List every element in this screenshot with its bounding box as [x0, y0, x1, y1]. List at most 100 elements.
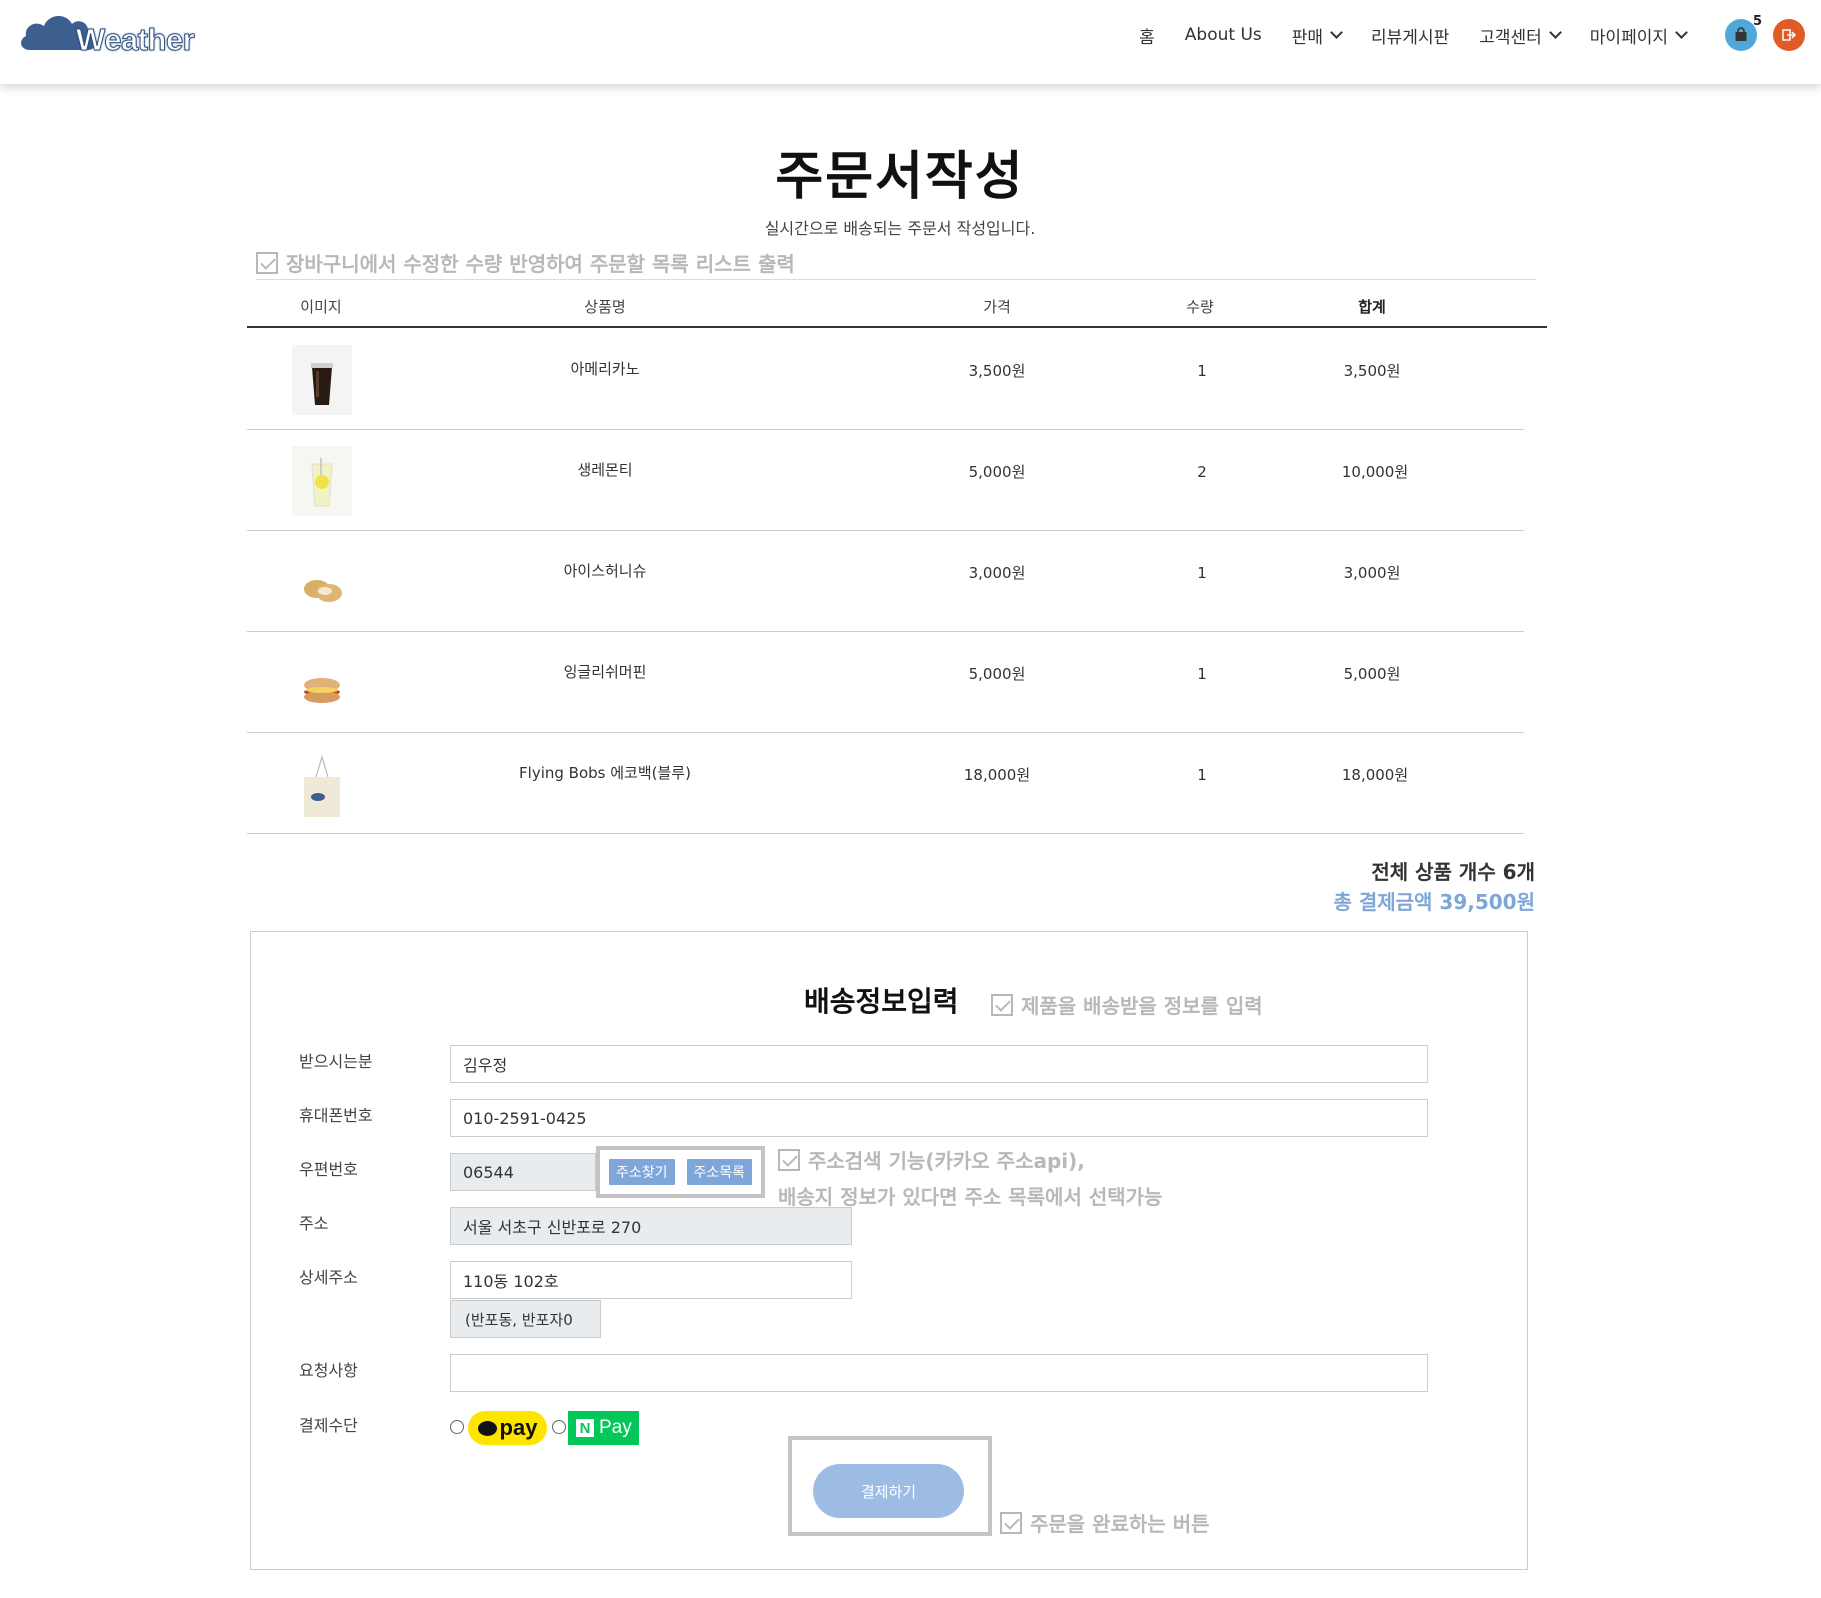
- recipient-input[interactable]: 김우정: [450, 1045, 1428, 1083]
- nav-reviews[interactable]: 리뷰게시판: [1356, 23, 1464, 48]
- request-input[interactable]: [450, 1354, 1428, 1392]
- honey-choux-image: [304, 580, 342, 602]
- product-subtotal: 5,000원: [1343, 665, 1401, 683]
- chevron-down-icon: [1675, 26, 1688, 39]
- nav-support[interactable]: 고객센터: [1464, 23, 1575, 48]
- detail-address-input[interactable]: 110동 102호: [450, 1261, 852, 1299]
- table-row: 아메리카노 3,500원 1 3,500원: [247, 329, 1524, 430]
- product-subtotal: 3,000원: [1343, 564, 1401, 582]
- order-table-header: 이미지 상품명 가격 수량 합계: [247, 286, 1547, 328]
- naverpay-label: Pay: [599, 1417, 632, 1438]
- kakaopay-label: pay: [499, 1415, 538, 1440]
- product-qty: 1: [1197, 564, 1207, 582]
- weather-logo[interactable]: Weather: [18, 6, 195, 58]
- kakaopay-radio[interactable]: [450, 1420, 464, 1434]
- annotation-shipping-text: 제품을 배송받을 정보를 입력: [1021, 994, 1263, 1018]
- annotation-list-note: 장바구니에서 수정한 수량 반영하여 주문할 목록 리스트 출력: [256, 248, 795, 277]
- product-name: 아이스허니슈: [563, 562, 647, 580]
- naver-n-icon: N: [576, 1419, 594, 1437]
- product-qty: 1: [1197, 362, 1207, 380]
- annotation-shipping-note: 제품을 배송받을 정보를 입력: [991, 990, 1263, 1019]
- col-image: 이미지: [300, 298, 342, 316]
- logo-text: Weather: [75, 22, 195, 58]
- nav-reviews-label: 리뷰게시판: [1371, 27, 1450, 48]
- product-price: 3,500원: [968, 362, 1026, 380]
- chevron-down-icon: [1548, 26, 1562, 39]
- find-address-button[interactable]: 주소찾기: [607, 1158, 676, 1186]
- page-title: 주문서작성: [775, 147, 1025, 207]
- phone-label: 휴대폰번호: [299, 1106, 373, 1125]
- speech-bubble-icon: [477, 1420, 497, 1436]
- payment-label: 결제수단: [299, 1416, 358, 1435]
- zip-label: 우편번호: [299, 1160, 358, 1179]
- nav-about-label: About Us: [1184, 25, 1262, 45]
- nav-about[interactable]: About Us: [1170, 25, 1277, 45]
- checkbox-icon: [991, 993, 1013, 1016]
- product-price: 5,000원: [968, 463, 1026, 481]
- nav-sales[interactable]: 판매: [1277, 23, 1356, 48]
- total-item-count: 전체 상품 개수 6개: [1371, 860, 1535, 884]
- lemon-tea-image: [292, 446, 352, 516]
- col-price: 가격: [983, 298, 1011, 316]
- annotation-address-text-2: 배송지 정보가 있다면 주소 목록에서 선택가능: [778, 1185, 1163, 1209]
- product-price: 3,000원: [968, 564, 1026, 582]
- product-name: 아메리카노: [570, 360, 640, 378]
- annotation-list-text: 장바구니에서 수정한 수량 반영하여 주문할 목록 리스트 출력: [286, 252, 795, 276]
- product-name: Flying Bobs 에코백(블루): [519, 764, 691, 782]
- nav-home-label: 홈: [1139, 27, 1155, 48]
- phone-input[interactable]: 010-2591-0425: [450, 1099, 1428, 1137]
- checkbox-icon: [1000, 1511, 1022, 1534]
- pay-button[interactable]: 결제하기: [813, 1464, 964, 1518]
- detail-address-label: 상세주소: [299, 1268, 358, 1287]
- address-list-button[interactable]: 주소목록: [685, 1158, 754, 1186]
- product-subtotal: 18,000원: [1341, 766, 1409, 784]
- nav-sales-label: 판매: [1291, 27, 1324, 48]
- annotation-pay-note: 주문을 완료하는 버튼: [1000, 1508, 1210, 1537]
- extra-address-input[interactable]: (반포동, 반포자0: [450, 1300, 601, 1338]
- annotation-pay-text: 주문을 완료하는 버튼: [1030, 1512, 1210, 1536]
- request-label: 요청사항: [299, 1361, 358, 1380]
- product-name: 잉글리쉬머핀: [563, 663, 647, 681]
- americano-image: [292, 345, 352, 415]
- nav-home[interactable]: 홈: [1124, 23, 1170, 48]
- checkbox-icon: [256, 251, 278, 274]
- eco-bag-image: [304, 754, 340, 817]
- divider: [256, 279, 1536, 280]
- shopping-bag-icon: [1735, 27, 1747, 41]
- table-row: 잉글리쉬머핀 5,000원 1 5,000원: [247, 632, 1524, 733]
- address-input[interactable]: 서울 서초구 신반포로 270: [450, 1207, 852, 1245]
- naverpay-radio[interactable]: [552, 1420, 566, 1434]
- address-label: 주소: [299, 1214, 329, 1233]
- zip-input[interactable]: 06544: [450, 1153, 596, 1191]
- english-muffin-image: [304, 678, 340, 703]
- col-name: 상품명: [584, 298, 626, 316]
- product-name: 생레몬티: [577, 461, 633, 479]
- naverpay-option[interactable]: N Pay: [568, 1411, 639, 1445]
- checkbox-icon: [778, 1148, 800, 1171]
- product-qty: 1: [1197, 766, 1207, 784]
- logout-icon: [1782, 29, 1797, 41]
- logout-button[interactable]: [1773, 19, 1805, 51]
- nav-mypage-label: 마이페이지: [1589, 27, 1668, 48]
- kakaopay-option[interactable]: pay: [468, 1411, 547, 1445]
- product-qty: 2: [1197, 463, 1207, 481]
- shipping-title: 배송정보입력: [804, 985, 959, 1018]
- product-subtotal: 10,000원: [1341, 463, 1409, 481]
- nav-support-label: 고객센터: [1479, 27, 1542, 48]
- recipient-label: 받으시는분: [299, 1052, 373, 1071]
- col-qty: 수량: [1186, 298, 1214, 316]
- table-row: 아이스허니슈 3,000원 1 3,000원: [247, 531, 1524, 632]
- main-menu: 홈 About Us 판매 리뷰게시판 고객센터 마이페이지: [1124, 0, 1701, 70]
- address-buttons-frame: 주소찾기 주소목록: [596, 1146, 765, 1198]
- col-subtotal: 합계: [1358, 298, 1386, 316]
- annotation-address-note: 주소검색 기능(카카오 주소api),: [778, 1145, 1085, 1174]
- cart-count-badge: 5: [1753, 14, 1763, 29]
- product-price: 18,000원: [963, 766, 1031, 784]
- table-row: 생레몬티 5,000원 2 10,000원: [247, 430, 1524, 531]
- nav-mypage[interactable]: 마이페이지: [1575, 23, 1701, 48]
- product-subtotal: 3,500원: [1343, 362, 1401, 380]
- total-payment-amount: 총 결제금액 39,500원: [1333, 890, 1535, 914]
- chevron-down-icon: [1330, 26, 1343, 39]
- product-qty: 1: [1197, 665, 1207, 683]
- product-price: 5,000원: [968, 665, 1026, 683]
